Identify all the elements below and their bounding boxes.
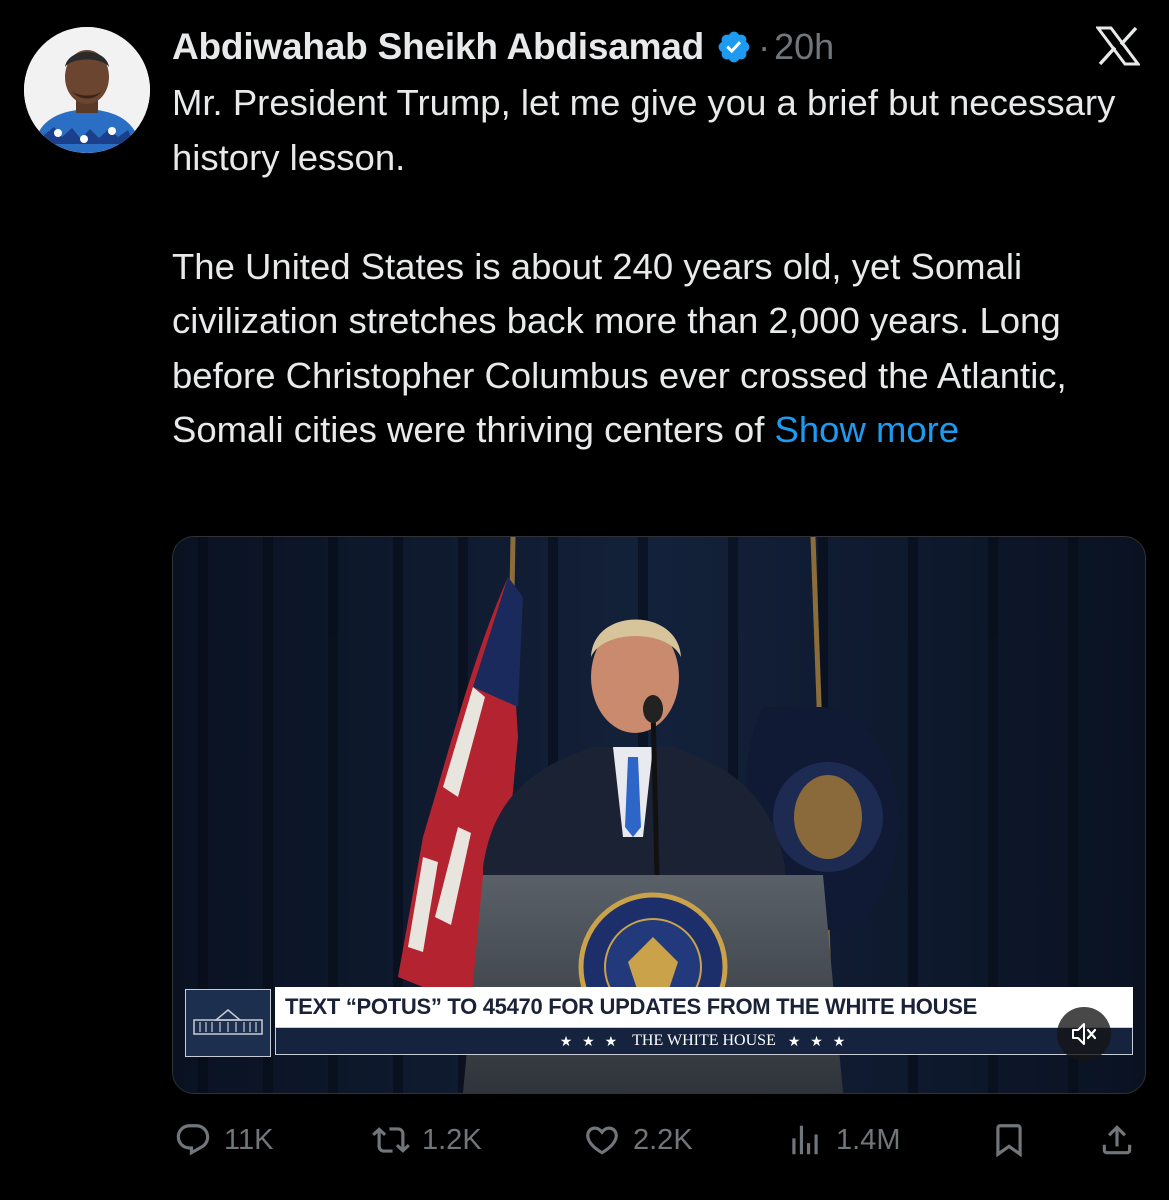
tweet-header: Abdiwahab Sheikh Abdisamad · 20h — [172, 24, 834, 70]
tweet-actions: 11K 1.2K 2.2K 1.4M — [0, 1112, 1169, 1168]
share-icon — [1102, 1125, 1132, 1155]
video-player[interactable]: TEXT “POTUS” TO 45470 FOR UPDATES FROM T… — [172, 536, 1146, 1094]
reply-count: 11K — [224, 1123, 274, 1156]
mute-button[interactable] — [1057, 1007, 1111, 1061]
chyron-headline-bar: TEXT “POTUS” TO 45470 FOR UPDATES FROM T… — [275, 987, 1133, 1027]
tweet-paragraph: The United States is about 240 years old… — [172, 240, 1152, 458]
chyron-subtitle-bar: ★ ★ ★ THE WHITE HOUSE ★ ★ ★ — [275, 1027, 1133, 1055]
show-more-link[interactable]: Show more — [775, 409, 960, 450]
chyron-stars-right: ★ ★ ★ — [787, 1032, 849, 1049]
avatar-image — [24, 27, 150, 153]
repost-icon — [372, 1127, 410, 1153]
tweet-text: Mr. President Trump, let me give you a b… — [172, 76, 1152, 458]
white-house-logo-icon — [185, 989, 271, 1057]
like-count: 2.2K — [633, 1123, 693, 1156]
bookmark-icon — [996, 1124, 1022, 1158]
chyron-subtitle: THE WHITE HOUSE — [632, 1032, 776, 1049]
heart-icon — [586, 1126, 618, 1155]
avatar[interactable] — [24, 27, 150, 153]
video-chyron: TEXT “POTUS” TO 45470 FOR UPDATES FROM T… — [185, 987, 1135, 1059]
share-button[interactable] — [1098, 1112, 1136, 1168]
chyron-headline: TEXT “POTUS” TO 45470 FOR UPDATES FROM T… — [285, 994, 977, 1019]
bookmark-button[interactable] — [990, 1112, 1028, 1168]
author-name[interactable]: Abdiwahab Sheikh Abdisamad — [172, 26, 704, 68]
volume-muted-icon — [1072, 1023, 1097, 1045]
repost-button[interactable]: 1.2K — [372, 1112, 482, 1168]
like-button[interactable]: 2.2K — [583, 1112, 693, 1168]
timestamp[interactable]: 20h — [774, 26, 834, 68]
views-button[interactable]: 1.4M — [786, 1112, 900, 1168]
repost-count: 1.2K — [422, 1123, 482, 1156]
x-logo-icon — [1096, 26, 1140, 66]
header-separator: · — [758, 26, 771, 67]
reply-icon — [176, 1124, 210, 1156]
views-icon — [792, 1125, 818, 1155]
tweet-paragraph: Mr. President Trump, let me give you a b… — [172, 82, 1116, 178]
views-count: 1.4M — [836, 1123, 901, 1156]
verified-badge-icon — [718, 31, 750, 63]
chyron-stars-left: ★ ★ ★ — [559, 1032, 621, 1049]
reply-button[interactable]: 11K — [174, 1112, 273, 1168]
